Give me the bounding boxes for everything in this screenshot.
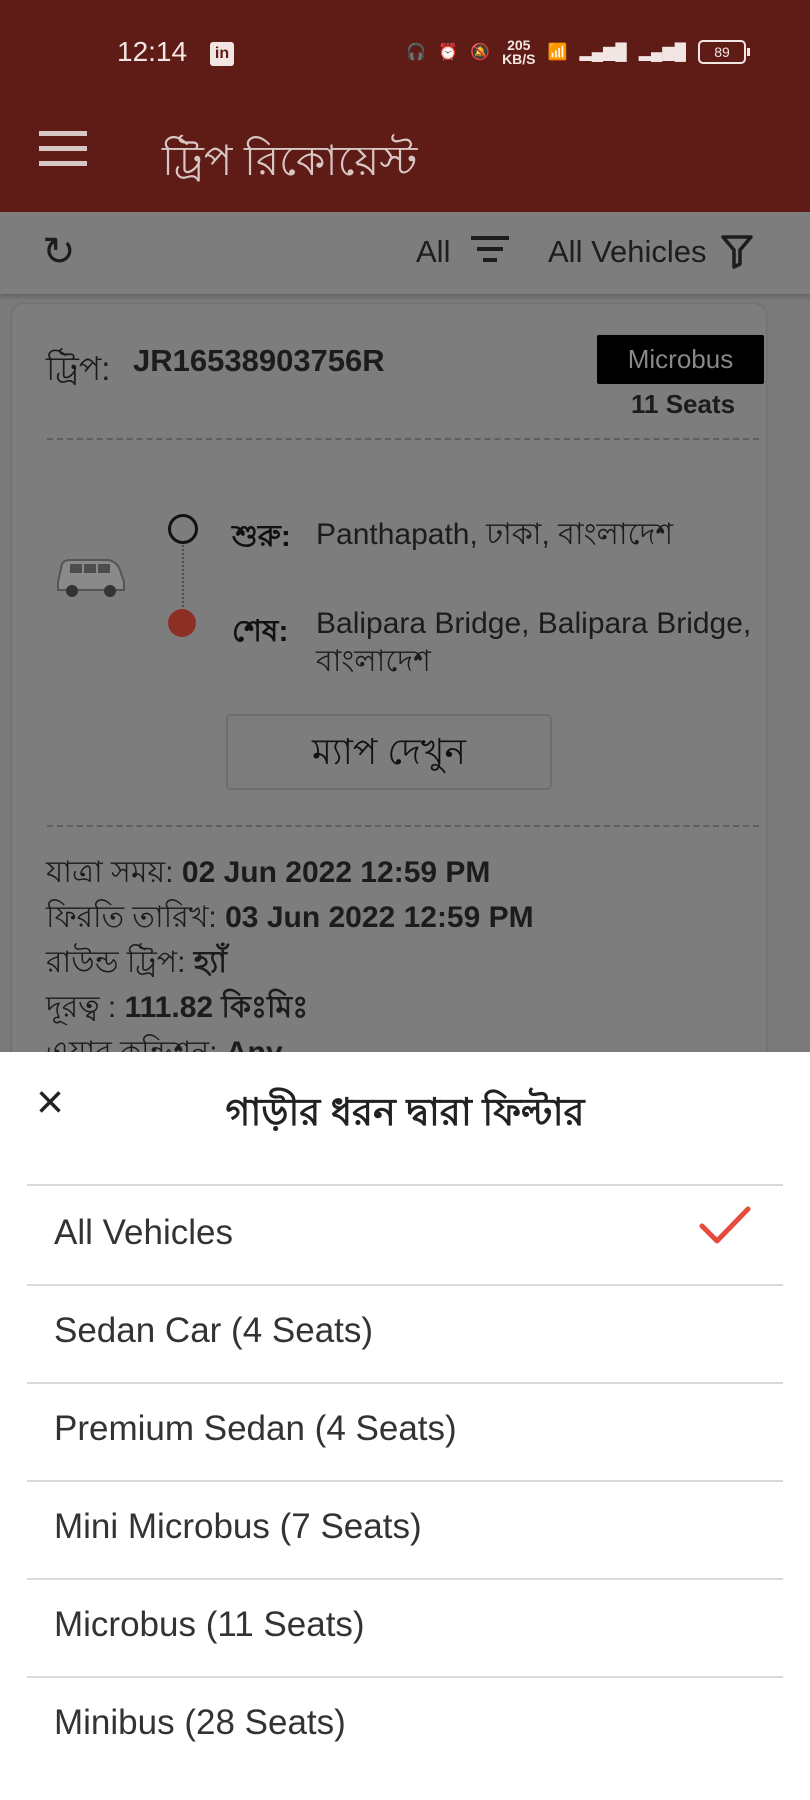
vehicle-option-microbus[interactable]: Microbus (11 Seats) [27, 1578, 783, 1678]
wifi-icon: 📶 [547, 44, 568, 61]
start-label: শুরু: [232, 520, 291, 553]
alarm-icon: ⏰ [438, 44, 459, 61]
vehicle-option-label: Sedan Car (4 Seats) [54, 1311, 374, 1350]
microbus-icon [57, 559, 125, 597]
divider [47, 825, 759, 827]
seat-count: 11 Seats [631, 389, 736, 419]
vehicle-option-all[interactable]: All Vehicles [27, 1186, 783, 1286]
vehicle-option-minibus[interactable]: Minibus (28 Seats) [27, 1676, 783, 1774]
sort-lines-icon[interactable] [470, 236, 510, 264]
network-speed-value: 205 [507, 37, 531, 53]
network-speed: 205 KB/S [502, 38, 535, 66]
start-location: Panthapath, ঢাকা, বাংলাদেশ [316, 518, 674, 551]
vehicle-option-label: Premium Sedan (4 Seats) [54, 1409, 457, 1448]
vehicle-option-sedan[interactable]: Sedan Car (4 Seats) [27, 1284, 783, 1384]
bottom-sheet-title: গাড়ীর ধরন দ্বারা ফিল্টার [225, 1092, 585, 1134]
trip-label: ট্রিপ: [46, 350, 111, 387]
divider [47, 438, 759, 440]
vehicle-type-badge: Microbus [597, 335, 764, 384]
distance-label: দূরত্ব : [46, 991, 117, 1024]
vehicle-option-label: Mini Microbus (7 Seats) [54, 1507, 422, 1546]
all-filter-label[interactable]: All [416, 234, 450, 270]
page-title: ট্রিপ রিকোয়েস্ট [162, 137, 418, 184]
signal-icon: ▂▄▆█ [638, 44, 686, 61]
signal-icon: ▂▄▆█ [579, 44, 627, 61]
distance-value: 111.82 কিঃমিঃ [124, 991, 309, 1024]
vehicle-option-premium-sedan[interactable]: Premium Sedan (4 Seats) [27, 1382, 783, 1482]
round-trip-value: হ্যাঁ [193, 946, 227, 979]
status-icons: 🎧 ⏰ 🔕 205 KB/S 📶 ▂▄▆█ ▂▄▆█ 89 [406, 38, 750, 66]
distance-row: দূরত্ব : 111.82 কিঃমিঃ [46, 983, 308, 1034]
return-date-value: 03 Jun 2022 12:59 PM [225, 901, 534, 934]
route-line [182, 545, 184, 607]
network-speed-unit: KB/S [502, 51, 536, 67]
headphones-icon: 🎧 [406, 44, 427, 61]
end-label: শেষ: [232, 615, 289, 648]
check-icon [699, 1206, 751, 1244]
route-end-dot [168, 609, 196, 637]
vehicle-option-label: Minibus (28 Seats) [54, 1703, 346, 1742]
round-trip-row: রাউন্ড ট্রিপ: হ্যাঁ [46, 938, 227, 989]
status-time: 12:14 [117, 36, 188, 67]
mute-icon: 🔕 [470, 44, 491, 61]
vehicle-option-label: All Vehicles [54, 1213, 233, 1252]
travel-time-value: 02 Jun 2022 12:59 PM [181, 856, 491, 889]
return-date-label: ফিরতি তারিখ: [46, 901, 217, 934]
trip-id: JR16538903756R [133, 343, 385, 378]
menu-icon[interactable] [39, 131, 87, 167]
funnel-icon[interactable] [719, 233, 755, 269]
travel-time-label: যাত্রা সময়: [46, 856, 174, 889]
linkedin-icon: in [210, 42, 234, 66]
view-map-button[interactable]: ম্যাপ দেখুন [226, 714, 552, 790]
travel-time-row: যাত্রা সময়: 02 Jun 2022 12:59 PM [46, 848, 490, 899]
route-start-dot [168, 514, 198, 544]
status-bar: 12:14 in 🎧 ⏰ 🔕 205 KB/S 📶 ▂▄▆█ ▂▄▆█ 89 [0, 0, 810, 100]
refresh-icon[interactable]: ↻ [42, 232, 82, 272]
battery-icon: 89 [698, 40, 750, 64]
end-location: Balipara Bridge, Balipara Bridge, বাংলাদ… [316, 607, 752, 678]
return-date-row: ফিরতি তারিখ: 03 Jun 2022 12:59 PM [46, 893, 534, 944]
vehicle-filter-label[interactable]: All Vehicles [548, 234, 707, 270]
vehicle-option-label: Microbus (11 Seats) [54, 1605, 365, 1644]
vehicle-option-mini-microbus[interactable]: Mini Microbus (7 Seats) [27, 1480, 783, 1580]
round-trip-label: রাউন্ড ট্রিপ: [46, 946, 186, 979]
